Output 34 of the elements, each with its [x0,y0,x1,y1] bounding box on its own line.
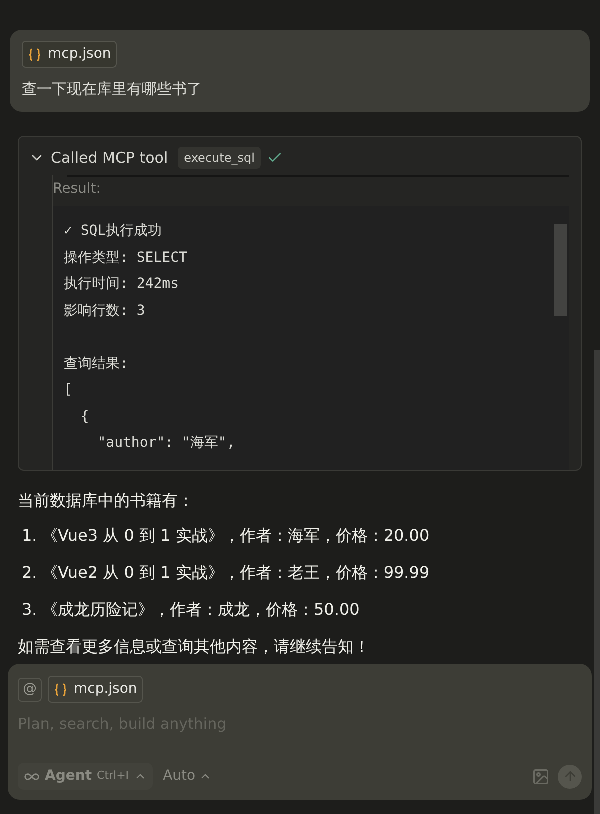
tool-name-tag: execute_sql [178,146,261,169]
list-number: 2. [22,562,38,584]
list-item-text: 《Vue3 从 0 到 1 实战》，作者：海军，价格：20.00 [42,524,430,546]
code-line: "author": "海军", [96,434,236,453]
code-line: ✓ SQL执行成功 [64,222,164,241]
image-icon [532,768,550,786]
image-button[interactable] [532,768,550,786]
list-item-text: 《成龙历险记》，作者：成龙，价格：50.00 [42,598,360,620]
code-line: 操作类型: SELECT [64,248,188,268]
answer-outro: 如需查看更多信息或查询其他内容，请继续告知！ [18,636,371,658]
code-line: 执行时间: 242ms [64,275,180,294]
list-number: 3. [22,598,38,620]
braces-icon [54,682,68,696]
code-scrollbar[interactable] [554,224,567,316]
page-scrollbar[interactable] [594,350,600,814]
code-line: 查询结果: [64,354,130,374]
braces-icon [28,48,42,62]
message-text: 查一下现在库里有哪些书了 [22,79,203,100]
list-item-text: 《Vue2 从 0 到 1 实战》，作者：老王，价格：99.99 [42,562,430,584]
send-button[interactable] [558,764,582,788]
file-chip[interactable]: mcp.json [22,41,118,68]
code-line: 影响行数: 3 [64,302,146,320]
code-line: [ [64,381,74,400]
file-chip[interactable]: mcp.json [48,676,144,703]
result-label: Result: [53,180,102,199]
file-name: mcp.json [74,680,138,699]
file-name: mcp.json [48,45,112,64]
tool-label: Called MCP tool [51,148,168,168]
mention-button[interactable]: @ [18,678,42,702]
agent-mode-button[interactable]: Agent Ctrl+I [18,763,154,790]
answer-intro: 当前数据库中的书籍有： [18,490,195,512]
code-line: { [80,408,90,426]
list-number: 1. [22,524,38,546]
model-button[interactable]: Auto [163,766,212,787]
